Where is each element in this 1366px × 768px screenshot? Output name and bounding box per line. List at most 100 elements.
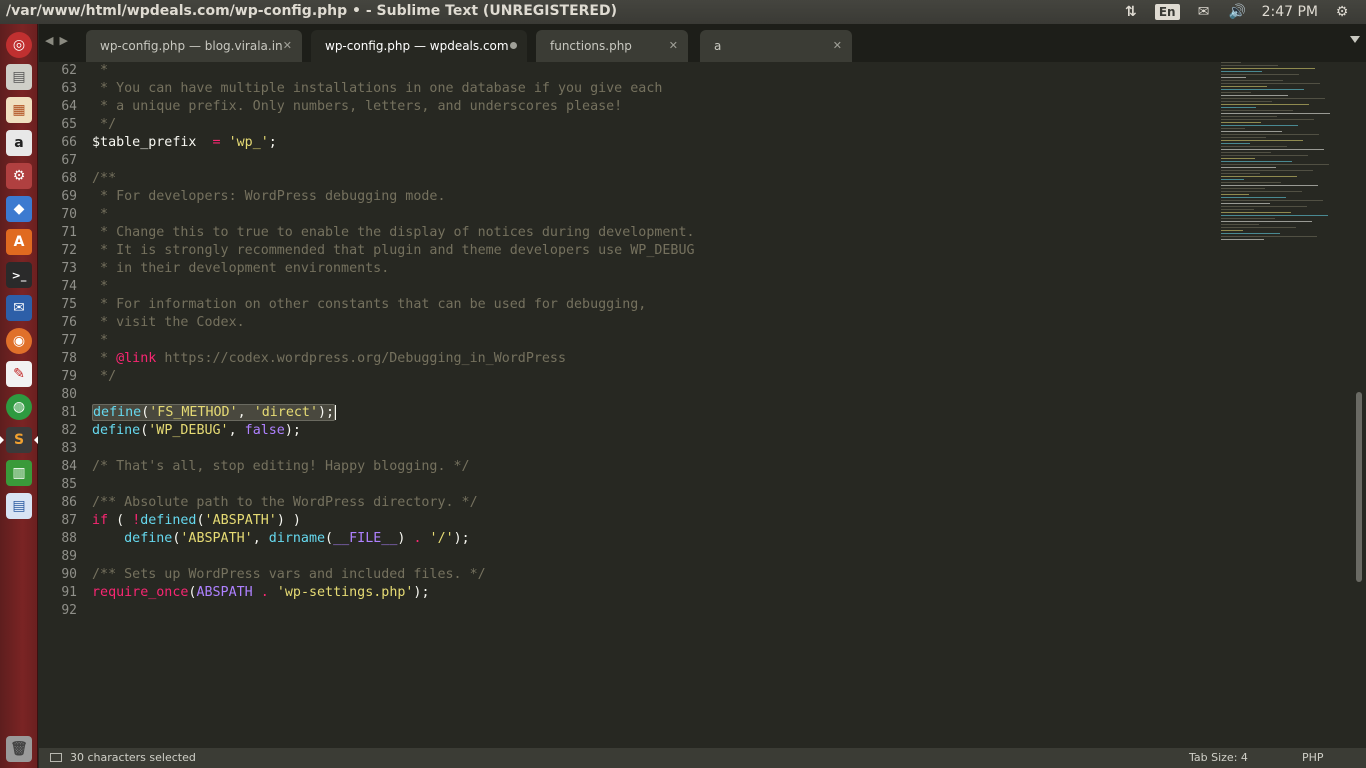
code-line[interactable]: * For information on other constants tha… xyxy=(92,296,1212,314)
code-token: @link xyxy=(116,351,157,366)
gear-icon[interactable]: ⚙ xyxy=(1332,3,1352,21)
close-icon[interactable]: ✕ xyxy=(283,39,292,52)
tab-label: wp-config.php — blog.virala.in xyxy=(100,39,283,53)
minimap[interactable] xyxy=(1219,62,1349,262)
code-area[interactable]: * * You can have multiple installations … xyxy=(92,62,1212,620)
code-token: * It is strongly recommended that plugin… xyxy=(92,243,695,258)
document-viewer-icon[interactable]: ▦ xyxy=(6,97,32,123)
keyboard-language-indicator[interactable]: En xyxy=(1154,4,1180,20)
minimap-line xyxy=(1221,110,1293,111)
libreoffice-calc-icon[interactable]: ▥ xyxy=(6,460,32,486)
code-line[interactable]: * xyxy=(92,332,1212,350)
line-number: 69 xyxy=(61,189,77,204)
libreoffice-writer-icon[interactable]: ▤ xyxy=(6,493,32,519)
tab-nav-arrows-icon[interactable]: ◀▶ xyxy=(45,34,74,47)
vertical-scrollbar[interactable] xyxy=(1356,392,1362,582)
code-line[interactable]: */ xyxy=(92,116,1212,134)
code-line[interactable] xyxy=(92,386,1212,404)
close-icon[interactable]: ✕ xyxy=(833,39,842,52)
code-line[interactable]: $table_prefix = 'wp_'; xyxy=(92,134,1212,152)
terminal-icon[interactable]: >_ xyxy=(6,262,32,288)
panel-toggle-icon[interactable] xyxy=(50,753,62,762)
code-line[interactable]: * xyxy=(92,206,1212,224)
text-editor-icon[interactable]: ✎ xyxy=(6,361,32,387)
files-icon[interactable]: ▤ xyxy=(6,64,32,90)
code-line[interactable]: define('FS_METHOD', 'direct'); xyxy=(92,404,1212,422)
code-line[interactable]: /* That's all, stop editing! Happy blogg… xyxy=(92,458,1212,476)
code-token: 'WP_DEBUG' xyxy=(148,423,229,438)
close-icon[interactable]: ✕ xyxy=(669,39,678,52)
thunderbird-icon[interactable]: ✉ xyxy=(6,295,32,321)
code-token: = xyxy=(212,135,221,150)
tab-wp-config-blog[interactable]: wp-config.php — blog.virala.in ✕ xyxy=(86,30,302,62)
code-line[interactable] xyxy=(92,152,1212,170)
tab-functions[interactable]: functions.php ✕ xyxy=(536,30,688,62)
line-number: 72 xyxy=(61,243,77,258)
code-line[interactable]: * xyxy=(92,278,1212,296)
code-editor[interactable]: 62 63 64 65 66 67 68 69 70 71 72 73 74 75 76 77 78 79 80 81… xyxy=(39,62,1366,748)
code-line[interactable]: define('ABSPATH', dirname(__FILE__) . '/… xyxy=(92,530,1212,548)
code-line[interactable]: * visit the Codex. xyxy=(92,314,1212,332)
text-selection: define('FS_METHOD', 'direct'); xyxy=(92,404,336,421)
code-line[interactable]: * Change this to true to enable the disp… xyxy=(92,224,1212,242)
code-line[interactable] xyxy=(92,602,1212,620)
code-line[interactable]: require_once(ABSPATH . 'wp-settings.php'… xyxy=(92,584,1212,602)
code-line[interactable]: define('WP_DEBUG', false); xyxy=(92,422,1212,440)
clock[interactable]: 2:47 PM xyxy=(1262,4,1318,20)
code-line[interactable]: /** Sets up WordPress vars and included … xyxy=(92,566,1212,584)
amazon-icon[interactable]: a xyxy=(6,130,32,156)
line-number: 89 xyxy=(61,549,77,564)
code-token: ABSPATH xyxy=(196,585,253,600)
chrome-icon[interactable]: ◍ xyxy=(6,394,32,420)
tab-size-selector[interactable]: Tab Size: 4 xyxy=(1189,751,1248,764)
tab-wp-config-wpdeals[interactable]: wp-config.php — wpdeals.com xyxy=(311,30,527,62)
minimap-line xyxy=(1221,209,1254,210)
network-icon[interactable]: ⇅ xyxy=(1121,3,1141,21)
code-line[interactable]: * @link https://codex.wordpress.org/Debu… xyxy=(92,350,1212,368)
minimap-line xyxy=(1221,92,1251,93)
minimap-line xyxy=(1221,185,1318,186)
minimap-line xyxy=(1221,149,1324,150)
minimap-line xyxy=(1221,218,1275,219)
code-line[interactable]: if ( !defined('ABSPATH') ) xyxy=(92,512,1212,530)
software-center-icon[interactable]: A xyxy=(6,229,32,255)
minimap-line xyxy=(1221,236,1317,237)
code-token: ( xyxy=(325,531,334,546)
system-settings-icon[interactable]: ⚙ xyxy=(6,163,32,189)
code-line[interactable]: /** xyxy=(92,170,1212,188)
trash-icon[interactable]: 🗑 xyxy=(6,736,32,762)
code-line[interactable]: */ xyxy=(92,368,1212,386)
minimap-line xyxy=(1221,119,1314,120)
code-line[interactable]: * in their development environments. xyxy=(92,260,1212,278)
tab-a[interactable]: a ✕ xyxy=(700,30,852,62)
ubuntu-dash-icon[interactable]: ◎ xyxy=(6,32,32,58)
firefox-icon[interactable]: ◉ xyxy=(6,328,32,354)
minimap-line xyxy=(1221,239,1264,240)
code-line[interactable]: * For developers: WordPress debugging mo… xyxy=(92,188,1212,206)
code-line[interactable]: /** Absolute path to the WordPress direc… xyxy=(92,494,1212,512)
tab-menu-chevron-down-icon[interactable] xyxy=(1350,36,1360,43)
mail-icon[interactable]: ✉ xyxy=(1194,3,1214,21)
minimap-line xyxy=(1221,152,1271,153)
code-line[interactable] xyxy=(92,476,1212,494)
volume-icon[interactable]: 🔊 xyxy=(1228,3,1248,21)
minimap-line xyxy=(1221,107,1256,108)
syntax-selector[interactable]: PHP xyxy=(1302,751,1324,764)
code-token: defined xyxy=(140,513,197,528)
minimap-line xyxy=(1221,176,1297,177)
code-token: * xyxy=(92,207,109,222)
code-line[interactable]: * It is strongly recommended that plugin… xyxy=(92,242,1212,260)
minimap-line xyxy=(1221,188,1265,189)
code-line[interactable] xyxy=(92,440,1212,458)
virtualbox-icon[interactable]: ◆ xyxy=(6,196,32,222)
line-number: 79 xyxy=(61,369,77,384)
unsaved-dot-icon[interactable] xyxy=(510,42,517,49)
minimap-line xyxy=(1221,212,1291,213)
line-number: 86 xyxy=(61,495,77,510)
code-line[interactable]: * a unique prefix. Only numbers, letters… xyxy=(92,98,1212,116)
code-line[interactable]: * You can have multiple installations in… xyxy=(92,80,1212,98)
code-line[interactable] xyxy=(92,548,1212,566)
code-line[interactable]: * xyxy=(92,62,1212,80)
code-token: '/' xyxy=(429,531,454,546)
sublime-text-icon[interactable]: S xyxy=(0,427,38,453)
